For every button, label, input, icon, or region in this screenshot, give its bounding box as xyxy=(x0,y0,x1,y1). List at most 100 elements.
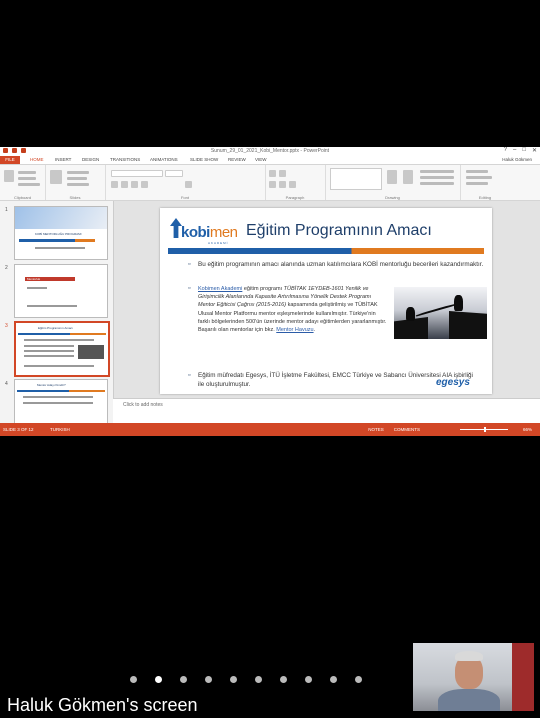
format-painter-button[interactable] xyxy=(18,183,40,186)
paste-icon[interactable] xyxy=(4,170,14,182)
tab-file[interactable]: FILE xyxy=(0,156,20,164)
mentor-pool-link[interactable]: Mentor Havuzu xyxy=(276,327,313,333)
user-account[interactable]: Haluk Gökmen xyxy=(502,157,532,162)
bullet-2[interactable]: ▫ Kobimen Akademi eğitim programı TÜBİTAK… xyxy=(188,285,388,334)
maximize-icon[interactable]: □ xyxy=(522,147,526,154)
title-bar: Sunum_29_01_2021_Kobi_Mentor.pptx - Powe… xyxy=(0,147,540,156)
shape-outline-button[interactable] xyxy=(420,176,454,179)
status-buttons: NOTES COMMENTS xyxy=(368,427,420,432)
ribbon: Clipboard Slides Font Paragraph Drawing … xyxy=(0,165,540,201)
slide-canvas[interactable]: kobimen AKADEMİ Eğitim Programının Amacı… xyxy=(160,208,492,394)
select-button[interactable] xyxy=(466,182,488,185)
egesys-logo: egesys xyxy=(436,377,470,388)
tab-transitions[interactable]: TRANSITIONS xyxy=(110,157,140,162)
font-name-select[interactable] xyxy=(111,170,163,177)
page-dot[interactable] xyxy=(205,676,212,683)
notes-toggle[interactable]: NOTES xyxy=(368,427,384,432)
group-label: Drawing xyxy=(385,195,400,200)
page-dot[interactable] xyxy=(330,676,337,683)
strikethrough-icon[interactable] xyxy=(141,181,148,188)
font-size-select[interactable] xyxy=(165,170,183,177)
status-bar: SLIDE 3 OF 12 TURKISH NOTES COMMENTS 66% xyxy=(0,423,540,436)
italic-icon[interactable] xyxy=(121,181,128,188)
participant-video[interactable] xyxy=(413,643,534,711)
ribbon-group-drawing: Drawing xyxy=(325,165,461,200)
bullet-1[interactable]: ▫ Bu eğitim programının amacı alanında uz… xyxy=(188,260,488,269)
thumbnail-number: 2 xyxy=(5,265,8,271)
kobimen-link[interactable]: Kobimen Akademi xyxy=(198,286,242,292)
thumbnail-caption: KOBİ MENTORLUĞU PROGRAMI xyxy=(35,232,82,236)
ribbon-group-editing: Editing xyxy=(460,165,510,200)
thumbnail-caption: Mentor Adayı Kimdir? xyxy=(37,383,66,387)
screen-share-owner: Haluk Gökmen's screen xyxy=(7,695,198,715)
zoom-level[interactable]: 66% xyxy=(523,427,532,432)
tab-insert[interactable]: INSERT xyxy=(55,157,71,162)
zoom-slider[interactable] xyxy=(460,427,508,432)
page-dot[interactable] xyxy=(280,676,287,683)
tab-home[interactable]: HOME xyxy=(30,157,44,162)
ribbon-tabs: FILE HOME INSERT DESIGN TRANSITIONS ANIM… xyxy=(0,156,540,165)
title-divider xyxy=(168,248,484,254)
shape-effects-button[interactable] xyxy=(420,182,454,185)
workspace: 1 KOBİ MENTORLUĞU PROGRAMI 2 Mentorluk 3… xyxy=(0,201,540,433)
group-label: Slides xyxy=(69,195,81,200)
page-dot[interactable] xyxy=(180,676,187,683)
window-title: Sunum_29_01_2021_Kobi_Mentor.pptx - Powe… xyxy=(210,148,330,154)
page-dot[interactable] xyxy=(355,676,362,683)
tab-view[interactable]: VIEW xyxy=(255,157,267,162)
align-center-icon[interactable] xyxy=(279,181,286,188)
page-dot[interactable] xyxy=(230,676,237,683)
share-page-dots xyxy=(130,676,362,683)
notes-placeholder: Click to add notes xyxy=(123,402,163,408)
arrange-icon[interactable] xyxy=(387,170,397,184)
notes-pane[interactable]: Click to add notes xyxy=(113,398,540,424)
thumbnail-number: 3 xyxy=(5,323,8,329)
section-button[interactable] xyxy=(67,183,89,186)
slide-thumbnail[interactable]: KOBİ MENTORLUĞU PROGRAMI xyxy=(14,206,108,260)
quick-styles-icon[interactable] xyxy=(403,170,413,184)
page-dot[interactable] xyxy=(255,676,262,683)
layout-button[interactable] xyxy=(67,171,89,174)
cut-button[interactable] xyxy=(18,171,36,174)
shape-fill-button[interactable] xyxy=(420,170,454,173)
group-label: Paragraph xyxy=(285,195,305,200)
font-color-icon[interactable] xyxy=(185,181,192,188)
new-slide-icon[interactable] xyxy=(50,170,62,184)
replace-button[interactable] xyxy=(466,176,492,179)
close-icon[interactable]: ✕ xyxy=(532,147,537,154)
reset-button[interactable] xyxy=(67,177,87,180)
page-dot[interactable] xyxy=(130,676,137,683)
ribbon-group-paragraph: Paragraph xyxy=(265,165,326,200)
align-right-icon[interactable] xyxy=(289,181,296,188)
tab-animations[interactable]: ANIMATIONS xyxy=(150,157,178,162)
shapes-gallery[interactable] xyxy=(330,168,382,190)
help-icon[interactable]: ? xyxy=(504,147,507,154)
find-button[interactable] xyxy=(466,170,488,173)
group-label: Font xyxy=(180,195,189,200)
thumbnail-number: 4 xyxy=(5,381,8,387)
slide-indicator: SLIDE 3 OF 12 xyxy=(3,427,34,432)
slide-thumbnail-selected[interactable]: Eğitim Programının Amacı xyxy=(14,321,110,377)
window-controls: ? – □ ✕ xyxy=(504,147,537,154)
thumbnail-caption: Mentorluk xyxy=(27,277,41,281)
minimize-icon[interactable]: – xyxy=(513,147,516,154)
comments-toggle[interactable]: COMMENTS xyxy=(394,427,420,432)
underline-icon[interactable] xyxy=(131,181,138,188)
numbering-icon[interactable] xyxy=(279,170,286,177)
tab-review[interactable]: REVIEW xyxy=(228,157,246,162)
slide-thumbnail[interactable]: Mentorluk xyxy=(14,264,108,318)
page-dot[interactable] xyxy=(155,676,162,683)
language-indicator[interactable]: TURKISH xyxy=(50,427,70,432)
thumbnail-number: 1 xyxy=(5,207,8,213)
copy-button[interactable] xyxy=(18,177,36,180)
tab-slide-show[interactable]: SLIDE SHOW xyxy=(190,157,218,162)
thumbnail-caption: Eğitim Programının Amacı xyxy=(38,326,73,330)
bold-icon[interactable] xyxy=(111,181,118,188)
ribbon-group-font: Font xyxy=(105,165,266,200)
bullets-icon[interactable] xyxy=(269,170,276,177)
tab-design[interactable]: DESIGN xyxy=(82,157,99,162)
slide-title[interactable]: Eğitim Programının Amacı xyxy=(246,222,432,240)
slide-thumbnails-pane: 1 KOBİ MENTORLUĞU PROGRAMI 2 Mentorluk 3… xyxy=(0,201,114,433)
align-left-icon[interactable] xyxy=(269,181,276,188)
page-dot[interactable] xyxy=(305,676,312,683)
